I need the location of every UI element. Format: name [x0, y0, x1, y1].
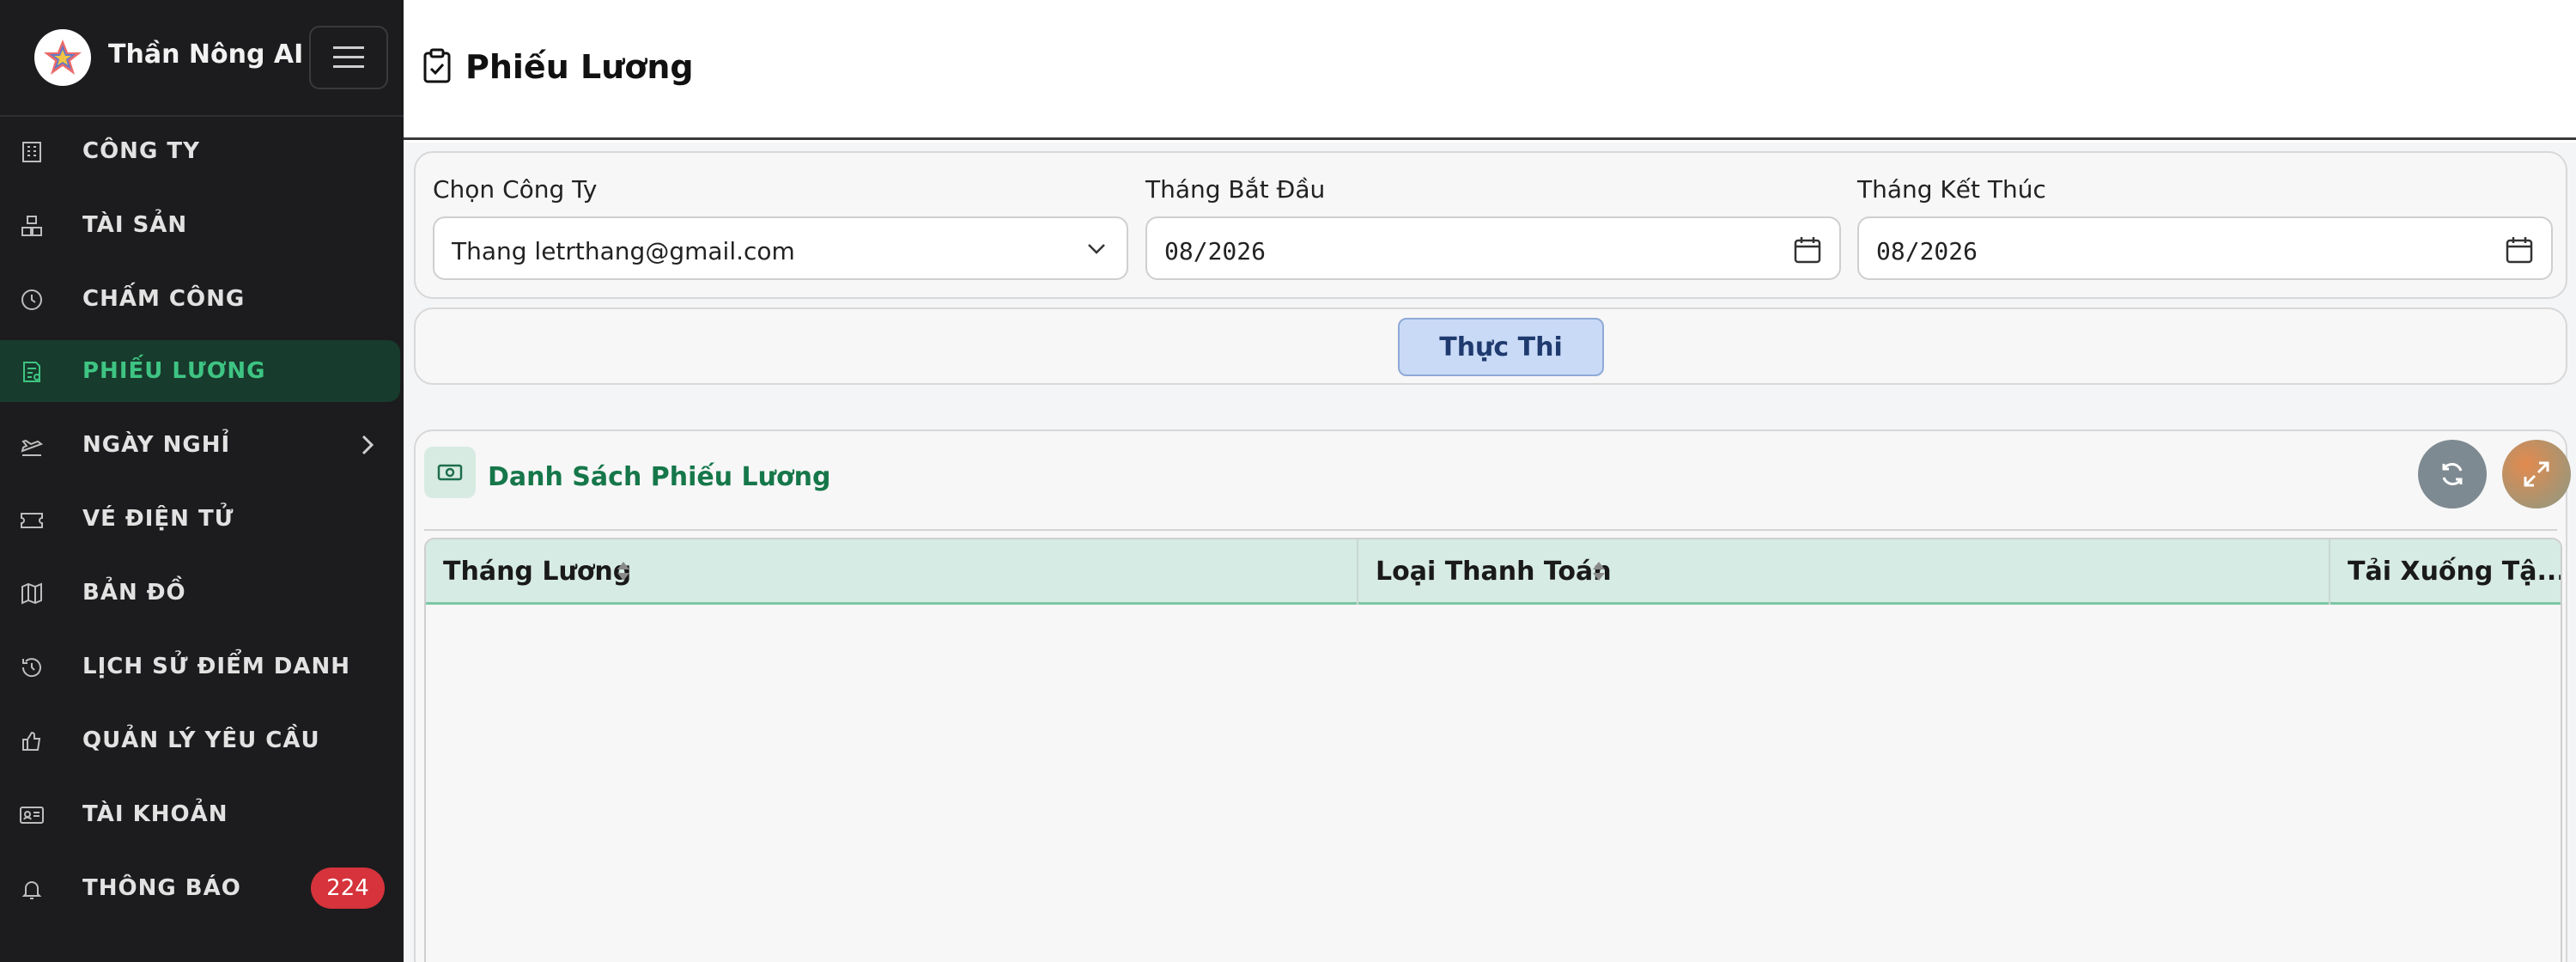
- main-content: Chọn Công Ty Thang letrthang@gmail.com T…: [404, 143, 2576, 962]
- sidebar-item-label: VÉ ĐIỆN TỬ: [82, 506, 234, 532]
- start-month-input[interactable]: 08/2026: [1145, 216, 1841, 280]
- sidebar-item-account[interactable]: TÀI KHOẢN: [0, 783, 404, 845]
- building-icon: [19, 139, 45, 165]
- notification-count-badge: 224: [311, 868, 385, 909]
- end-month-input[interactable]: 08/2026: [1857, 216, 2553, 280]
- chevron-down-icon: [1084, 235, 1109, 265]
- sort-icon[interactable]: [615, 558, 632, 588]
- clipboard-check-icon: [422, 48, 452, 88]
- map-icon: [19, 581, 45, 606]
- calendar-icon[interactable]: [2505, 235, 2534, 268]
- boxes-icon: [19, 213, 45, 239]
- bell-icon: [19, 876, 45, 902]
- brand-header: Thần Nông AI: [0, 0, 404, 117]
- list-title: Danh Sách Phiếu Lương: [488, 462, 831, 492]
- sidebar-item-label: NGÀY NGHỈ: [82, 432, 231, 458]
- sort-icon[interactable]: [1590, 558, 1607, 588]
- sidebar-item-notifications[interactable]: THÔNG BÁO 224: [0, 857, 404, 919]
- sidebar-item-label: QUẢN LÝ YÊU CẦU: [82, 728, 320, 753]
- sidebar: Thần Nông AI CÔNG TY TÀI SẢN CHẤM CÔNG P…: [0, 0, 404, 962]
- column-header-label: Loại Thanh Toán: [1376, 557, 1612, 587]
- column-header-label: Tải Xuống Tậ...: [2348, 557, 2562, 587]
- sidebar-item-label: PHIẾU LƯƠNG: [82, 358, 266, 384]
- start-month-value: 08/2026: [1164, 237, 1267, 265]
- expand-icon: [2524, 461, 2549, 487]
- sidebar-item-attendance-history[interactable]: LỊCH SỬ ĐIỂM DANH: [0, 636, 404, 697]
- clock-icon: [19, 287, 45, 313]
- sidebar-item-label: CÔNG TY: [82, 138, 200, 164]
- payslip-list-card: Danh Sách Phiếu Lương Tháng Lương Loại T…: [414, 429, 2571, 962]
- divider: [424, 529, 2557, 531]
- sidebar-item-label: THÔNG BÁO: [82, 875, 241, 901]
- column-header-salary-month[interactable]: Tháng Lương: [426, 539, 1358, 605]
- column-header-payment-type[interactable]: Loại Thanh Toán: [1358, 539, 2330, 605]
- sidebar-item-company[interactable]: CÔNG TY: [0, 120, 404, 182]
- table-body: [426, 607, 2561, 962]
- ticket-icon: [19, 507, 45, 533]
- page-title: Phiếu Lương: [465, 48, 694, 86]
- company-select[interactable]: Thang letrthang@gmail.com: [433, 216, 1128, 280]
- run-button[interactable]: Thực Thi: [1398, 318, 1604, 376]
- sidebar-item-label: TÀI KHOẢN: [82, 801, 228, 827]
- brand-logo[interactable]: [34, 29, 91, 86]
- history-icon: [19, 655, 45, 680]
- money-icon: [424, 447, 476, 498]
- sidebar-item-label: TÀI SẢN: [82, 212, 188, 238]
- company-select-value: Thang letrthang@gmail.com: [452, 237, 795, 265]
- page-header: Phiếu Lương: [404, 0, 2576, 140]
- plane-icon: [19, 433, 45, 459]
- star-logo-icon: [44, 40, 82, 75]
- sidebar-item-label: CHẤM CÔNG: [82, 286, 246, 312]
- sidebar-item-e-ticket[interactable]: VÉ ĐIỆN TỬ: [0, 488, 404, 550]
- sidebar-item-timekeeping[interactable]: CHẤM CÔNG: [0, 268, 404, 330]
- column-header-download[interactable]: Tải Xuống Tậ...: [2330, 539, 2562, 605]
- brand-name: Thần Nông AI: [108, 40, 304, 70]
- chevron-right-icon: [359, 433, 376, 460]
- payslip-icon: [19, 359, 45, 385]
- payslip-table: Tháng Lương Loại Thanh Toán Tải Xuống Tậ…: [424, 538, 2562, 962]
- sidebar-item-label: BẢN ĐỒ: [82, 580, 186, 606]
- sidebar-item-request-management[interactable]: QUẢN LÝ YÊU CẦU: [0, 709, 404, 771]
- thumbs-up-icon: [19, 728, 45, 754]
- table-header: Tháng Lương Loại Thanh Toán Tải Xuống Tậ…: [426, 539, 2562, 605]
- start-month-label: Tháng Bắt Đầu: [1145, 175, 1326, 204]
- sidebar-item-assets[interactable]: TÀI SẢN: [0, 194, 404, 256]
- sidebar-item-label: LỊCH SỬ ĐIỂM DANH: [82, 654, 351, 679]
- sidebar-item-payslip[interactable]: PHIẾU LƯƠNG: [0, 340, 400, 402]
- expand-button[interactable]: [2502, 440, 2571, 508]
- company-label: Chọn Công Ty: [433, 175, 598, 204]
- action-card: Thực Thi: [414, 307, 2567, 385]
- sidebar-item-map[interactable]: BẢN ĐỒ: [0, 562, 404, 624]
- column-header-label: Tháng Lương: [443, 557, 632, 587]
- hamburger-icon: [309, 26, 388, 89]
- end-month-label: Tháng Kết Thúc: [1857, 175, 2046, 204]
- calendar-icon[interactable]: [1793, 235, 1822, 268]
- refresh-button[interactable]: [2418, 440, 2487, 508]
- filter-card: Chọn Công Ty Thang letrthang@gmail.com T…: [414, 151, 2567, 299]
- end-month-value: 08/2026: [1876, 237, 1978, 265]
- id-card-icon: [19, 802, 45, 828]
- sidebar-item-leave[interactable]: NGÀY NGHỈ: [0, 414, 404, 476]
- refresh-icon: [2442, 463, 2463, 485]
